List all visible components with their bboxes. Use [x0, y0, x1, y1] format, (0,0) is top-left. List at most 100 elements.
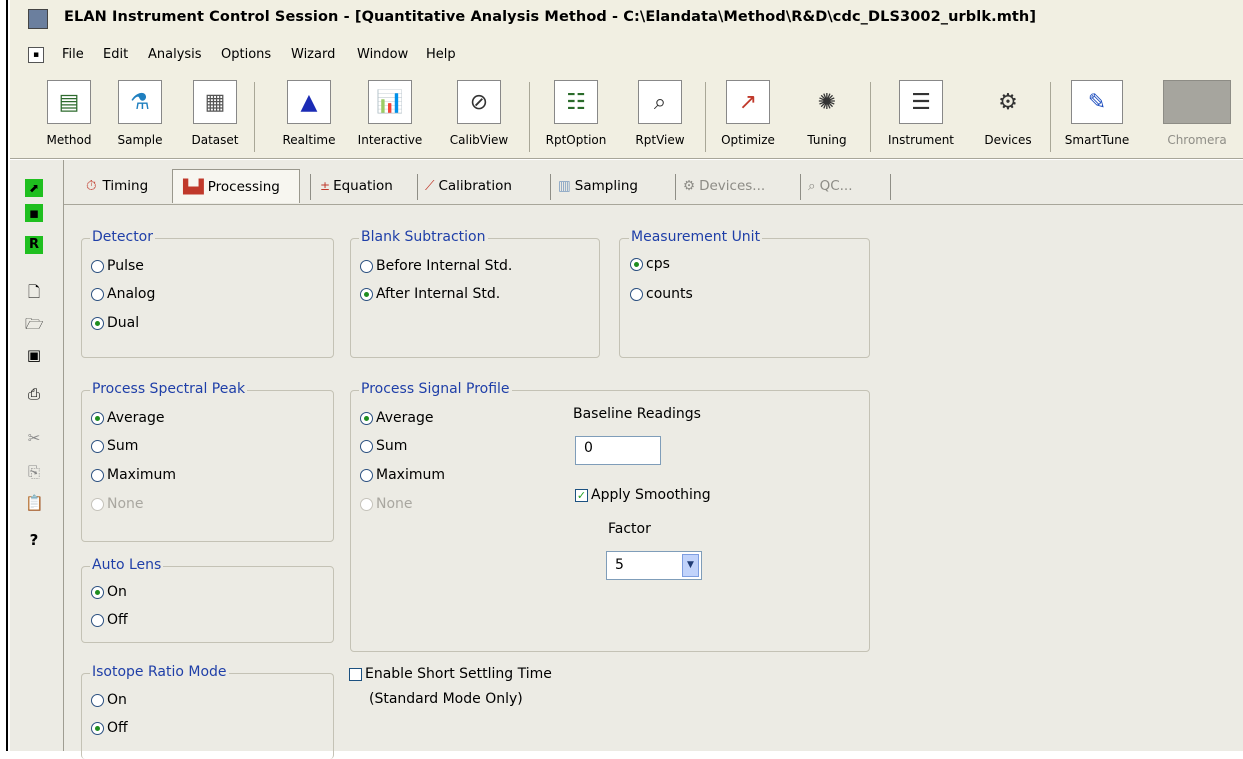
tab-separator: [417, 174, 418, 200]
qc-icon: ⌕: [808, 178, 816, 194]
toolbar-calibview-button[interactable]: ⊘ CalibView: [449, 80, 509, 147]
save-icon[interactable]: ▣: [25, 346, 43, 364]
paste-icon[interactable]: 📋: [25, 494, 44, 512]
tab-processing[interactable]: ▙▟ Processing: [172, 169, 300, 203]
toolbar-optimize-button[interactable]: ↗ Optimize: [718, 80, 778, 147]
profile-maximum-radio[interactable]: Maximum: [360, 467, 445, 483]
spectral-maximum-radio[interactable]: Maximum: [91, 467, 176, 483]
menu-wizard[interactable]: Wizard: [291, 47, 335, 62]
tab-devices: ⚙ Devices...: [683, 178, 766, 194]
toolbar-rptview-button[interactable]: ⌕ RptView: [630, 80, 690, 147]
auto-lens-title: Auto Lens: [90, 557, 164, 573]
tab-equation[interactable]: ± Equation: [320, 171, 410, 201]
devices-tab-icon: ⚙: [683, 178, 696, 194]
toolbar-dataset-button[interactable]: ▦ Dataset: [187, 80, 243, 147]
processing-icon: ▙▟: [183, 178, 204, 195]
spectral-average-radio[interactable]: Average: [91, 410, 165, 426]
sampling-icon: ▥: [558, 178, 571, 194]
blank-before-radio[interactable]: Before Internal Std.: [360, 258, 512, 274]
save-green-icon[interactable]: ▪: [25, 204, 43, 222]
signal-profile-title: Process Signal Profile: [359, 381, 512, 397]
tab-separator: [800, 174, 801, 200]
r-icon[interactable]: R: [25, 236, 43, 254]
instrument-icon: ☰: [899, 80, 943, 124]
menu-analysis[interactable]: Analysis: [148, 47, 202, 62]
profile-average-radio[interactable]: Average: [360, 410, 434, 426]
menu-file[interactable]: File: [62, 47, 84, 62]
blank-after-radio[interactable]: After Internal Std.: [360, 286, 500, 302]
tab-qc: ⌕ QC...: [808, 178, 853, 194]
unit-counts-radio[interactable]: counts: [630, 286, 693, 302]
sample-icon: ⚗: [118, 80, 162, 124]
auto-lens-off-radio[interactable]: Off: [91, 612, 128, 628]
open-folder-icon[interactable]: 🗁: [25, 315, 44, 333]
toolbar-separator: [1050, 82, 1051, 152]
profile-none-radio: None: [360, 496, 413, 512]
toolbar-smarttune-button[interactable]: ✎ SmartTune: [1061, 80, 1133, 147]
toolbar-separator: [705, 82, 706, 152]
unit-cps-radio[interactable]: cps: [630, 256, 670, 272]
interactive-icon: 📊: [368, 80, 412, 124]
open-green-icon[interactable]: ⬈: [25, 179, 43, 197]
window-left-border: [0, 0, 8, 751]
apply-smoothing-checkbox[interactable]: ✓ Apply Smoothing: [575, 487, 711, 503]
isotope-ratio-title: Isotope Ratio Mode: [90, 664, 229, 680]
new-document-icon[interactable]: 🗋: [25, 283, 43, 301]
auto-lens-on-radio[interactable]: On: [91, 584, 127, 600]
system-menu-icon[interactable]: ▪: [28, 47, 44, 63]
app-icon: [28, 9, 48, 29]
isotope-off-radio[interactable]: Off: [91, 720, 128, 736]
spectral-peak-title: Process Spectral Peak: [90, 381, 248, 397]
toolbar-tuning-button[interactable]: ✺ Tuning: [799, 80, 855, 148]
tab-separator: [550, 174, 551, 200]
toolbar-devices-button[interactable]: ⚙ Devices: [978, 80, 1038, 148]
spectral-none-radio: None: [91, 496, 144, 512]
tab-calibration[interactable]: ⟋ Calibration: [425, 171, 545, 201]
toolbar-interactive-button[interactable]: 📊 Interactive: [352, 80, 428, 147]
realtime-icon: ▲: [287, 80, 331, 124]
toolbar-realtime-button[interactable]: ▲ Realtime: [279, 80, 339, 147]
menu-window[interactable]: Window: [357, 47, 408, 62]
toolbar-chromera-button: Chromera: [1160, 80, 1234, 147]
chevron-down-icon[interactable]: ▼: [682, 554, 699, 577]
toolbar-separator: [529, 82, 530, 152]
toolbar-separator: [254, 82, 255, 152]
tab-timing[interactable]: ⏱ Timing: [86, 171, 170, 201]
blank-subtraction-title: Blank Subtraction: [359, 229, 488, 245]
method-icon: ▤: [47, 80, 91, 124]
isotope-on-radio[interactable]: On: [91, 692, 127, 708]
calibration-icon: ⟋: [425, 178, 435, 194]
isotope-ratio-group: [81, 673, 334, 759]
detector-analog-radio[interactable]: Analog: [91, 286, 155, 302]
toolbar-instrument-button[interactable]: ☰ Instrument: [881, 80, 961, 147]
toolbar-method-button[interactable]: ▤ Method: [44, 80, 94, 147]
short-settling-checkbox[interactable]: Enable Short Settling Time: [349, 666, 552, 682]
copy-icon[interactable]: ⎘: [25, 463, 43, 481]
menu-help[interactable]: Help: [426, 47, 456, 62]
smarttune-icon: ✎: [1071, 80, 1123, 124]
tab-separator: [675, 174, 676, 200]
measurement-unit-title: Measurement Unit: [629, 229, 763, 245]
profile-sum-radio[interactable]: Sum: [360, 438, 407, 454]
optimize-icon: ↗: [726, 80, 770, 124]
tab-separator: [310, 174, 311, 200]
menu-edit[interactable]: Edit: [103, 47, 128, 62]
checkmark-icon: ✓: [575, 488, 588, 502]
chromera-icon: [1163, 80, 1231, 124]
devices-icon: ⚙: [998, 89, 1018, 115]
help-icon[interactable]: ?: [25, 531, 43, 549]
short-settling-sublabel: (Standard Mode Only): [369, 691, 523, 707]
toolbar-rptoption-button[interactable]: ☷ RptOption: [543, 80, 609, 147]
baseline-readings-input[interactable]: 0: [575, 436, 661, 465]
print-icon[interactable]: ⎙: [25, 385, 43, 403]
tab-sampling[interactable]: ▥ Sampling: [558, 171, 670, 201]
menu-options[interactable]: Options: [221, 47, 271, 62]
cut-icon[interactable]: ✂: [25, 429, 43, 447]
factor-label: Factor: [608, 521, 651, 537]
rptview-icon: ⌕: [638, 80, 682, 124]
auto-lens-group: [81, 566, 334, 643]
detector-pulse-radio[interactable]: Pulse: [91, 258, 144, 274]
spectral-sum-radio[interactable]: Sum: [91, 438, 138, 454]
detector-dual-radio[interactable]: Dual: [91, 315, 139, 331]
toolbar-sample-button[interactable]: ⚗ Sample: [115, 80, 165, 147]
